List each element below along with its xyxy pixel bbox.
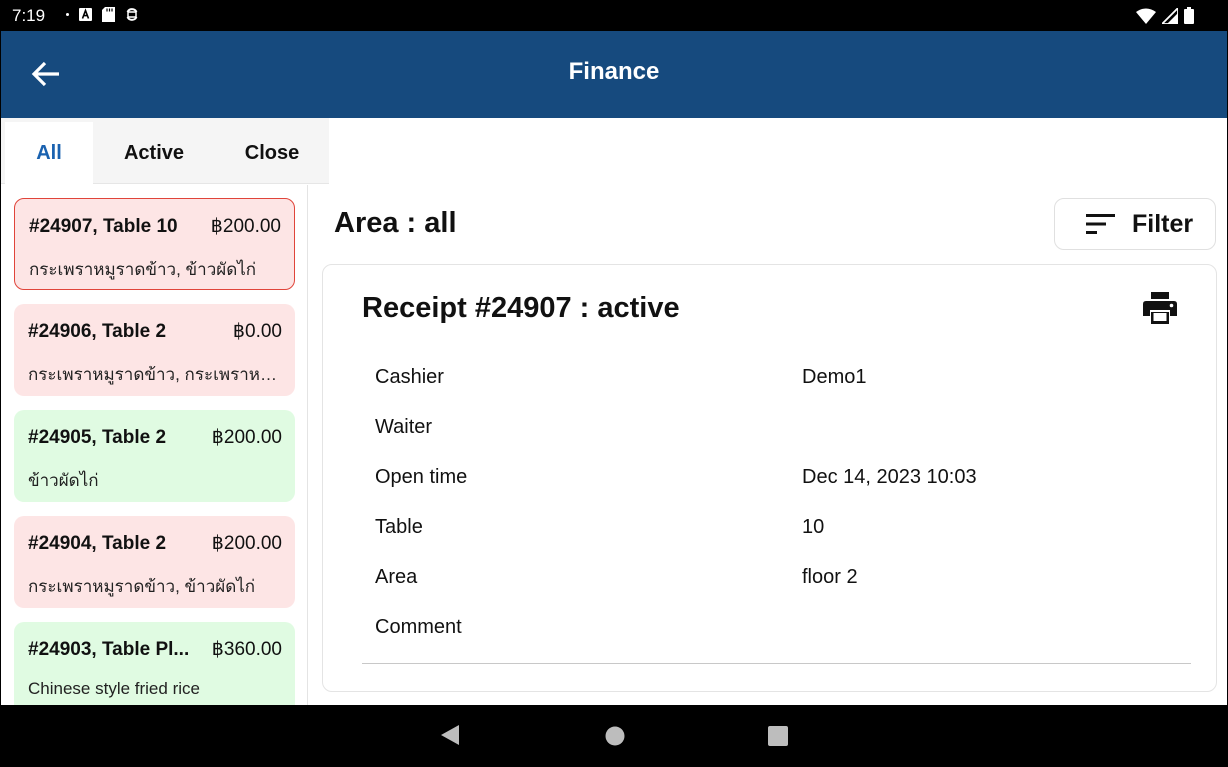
comment-label: Comment xyxy=(375,616,462,638)
nav-back-icon[interactable] xyxy=(440,724,460,746)
sync-icon xyxy=(126,8,138,21)
receipt-card-amount: ฿200.00 xyxy=(211,427,282,448)
print-button[interactable] xyxy=(1143,292,1179,326)
tab-active[interactable]: Active xyxy=(93,122,215,184)
nav-home-icon[interactable] xyxy=(605,726,625,746)
receipt-card-24907[interactable]: #24907, Table 10 ฿200.00 กระเพราหมูราดข้… xyxy=(14,198,295,290)
receipt-card-amount: ฿0.00 xyxy=(232,321,282,342)
receipt-card-amount: ฿200.00 xyxy=(210,216,281,237)
receipt-card-items: กระเพราหมูราดข้าว, ข้าวผัดไก่ xyxy=(29,260,257,279)
receipt-card-items: ข้าวผัดไก่ xyxy=(28,471,99,490)
table-value: 10 xyxy=(802,516,825,538)
receipt-card-title: #24904, Table 2 xyxy=(28,533,167,554)
status-system-icons xyxy=(1136,7,1194,24)
tab-bar-spacer xyxy=(329,118,1227,184)
receipt-list[interactable]: #24907, Table 10 ฿200.00 กระเพราหมูราดข้… xyxy=(1,185,308,705)
battery-icon xyxy=(1184,7,1194,24)
system-navigation-bar xyxy=(0,705,1228,767)
print-icon xyxy=(1143,292,1177,324)
status-bar: 7:19 xyxy=(0,0,1228,31)
receipt-card-items: กระเพราหมูราดข้าว, กระเพราหมู... xyxy=(28,365,282,384)
wifi-icon xyxy=(1136,8,1156,24)
receipt-card-items: Chinese style fried rice xyxy=(28,679,200,698)
receipt-detail-card: Receipt #24907 : active Cashier Demo1 Wa… xyxy=(322,264,1217,692)
app-bar: Finance xyxy=(1,31,1227,118)
area-title: Area : all xyxy=(334,207,457,239)
tab-all[interactable]: All xyxy=(5,122,93,184)
keyboard-a-icon xyxy=(79,8,92,21)
receipt-title: Receipt #24907 : active xyxy=(362,292,680,324)
waiter-label: Waiter xyxy=(375,416,433,438)
open-time-label: Open time xyxy=(375,466,468,488)
filter-button[interactable]: Filter xyxy=(1054,198,1216,250)
receipt-card-24905[interactable]: #24905, Table 2 ฿200.00 ข้าวผัดไก่ xyxy=(14,410,295,502)
receipt-card-amount: ฿360.00 xyxy=(211,639,282,660)
cashier-value: Demo1 xyxy=(802,366,867,388)
area-value: floor 2 xyxy=(802,566,858,588)
status-time: 7:19 xyxy=(12,6,46,25)
tab-bar: All Active Close xyxy=(1,118,1227,184)
receipt-card-title: #24907, Table 10 xyxy=(29,216,178,237)
page-title: Finance xyxy=(568,58,660,85)
divider xyxy=(362,663,1191,664)
cellular-signal-icon xyxy=(1162,7,1178,24)
receipt-card-amount: ฿200.00 xyxy=(211,533,282,554)
receipt-card-title: #24903, Table Pl... xyxy=(28,639,190,660)
tab-close[interactable]: Close xyxy=(215,122,329,184)
receipt-card-24903[interactable]: #24903, Table Pl... ฿360.00 Chinese styl… xyxy=(14,622,295,705)
receipt-card-24904[interactable]: #24904, Table 2 ฿200.00 กระเพราหมูราดข้า… xyxy=(14,516,295,608)
receipt-card-title: #24905, Table 2 xyxy=(28,427,167,448)
filter-label: Filter xyxy=(1132,209,1194,238)
status-notification-icons xyxy=(66,7,139,22)
cashier-label: Cashier xyxy=(375,366,444,388)
dot-icon xyxy=(66,13,69,16)
table-label: Table xyxy=(375,516,423,538)
receipt-card-24906[interactable]: #24906, Table 2 ฿0.00 กระเพราหมูราดข้าว,… xyxy=(14,304,295,396)
area-label: Area xyxy=(375,566,418,588)
nav-recents-icon[interactable] xyxy=(768,726,788,746)
open-time-value: Dec 14, 2023 10:03 xyxy=(802,466,977,488)
receipt-card-title: #24906, Table 2 xyxy=(28,321,167,342)
receipt-card-items: กระเพราหมูราดข้าว, ข้าวผัดไก่ xyxy=(28,577,256,596)
main-content: All Active Close #24907, Table 10 ฿200.0… xyxy=(1,118,1227,705)
sd-card-icon xyxy=(102,7,115,22)
filter-list-icon xyxy=(1086,214,1115,234)
